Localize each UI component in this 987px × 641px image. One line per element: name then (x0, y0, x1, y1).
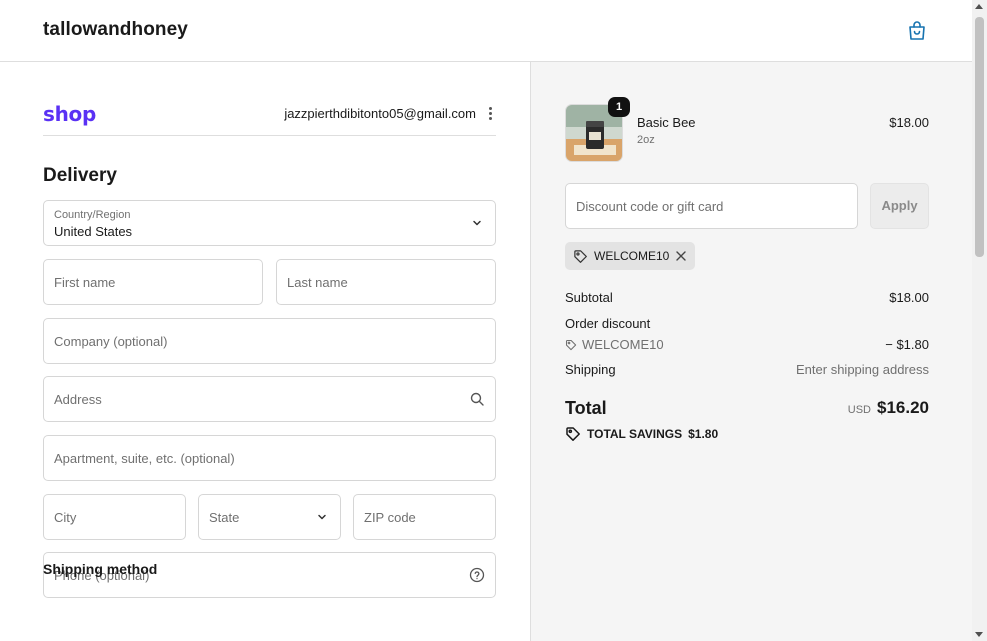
apartment-field[interactable]: Apartment, suite, etc. (optional) (43, 435, 496, 481)
top-header: tallowandhoney (0, 0, 972, 62)
divider (43, 135, 496, 136)
last-name-placeholder: Last name (287, 275, 348, 290)
quantity-badge: 1 (608, 97, 630, 117)
state-placeholder: State (209, 510, 240, 525)
first-name-placeholder: First name (54, 275, 116, 290)
savings-value: $1.80 (688, 427, 719, 441)
applied-discount-code: WELCOME10 (594, 249, 670, 263)
scroll-up-arrow[interactable] (975, 4, 983, 9)
country-select[interactable]: Country/Region United States (43, 200, 496, 246)
order-discount-code: WELCOME10 (582, 337, 664, 352)
city-placeholder: City (54, 510, 77, 525)
chevron-down-icon (318, 514, 326, 520)
total-savings: TOTAL SAVINGS $1.80 (565, 426, 718, 442)
checkout-form-column: shop jazzpierthdibitonto05@gmail.com Del… (0, 62, 531, 641)
tag-icon (574, 249, 587, 263)
kebab-dot (488, 107, 492, 110)
delivery-heading: Delivery (43, 165, 117, 186)
page-scrollbar[interactable] (972, 0, 987, 641)
company-field[interactable]: Company (optional) (43, 318, 496, 364)
total-amount: $16.20 (877, 398, 929, 417)
discount-placeholder: Discount code or gift card (576, 199, 724, 214)
last-name-field[interactable]: Last name (276, 259, 496, 305)
shop-pay-logo: shop (43, 102, 96, 126)
cart-button[interactable] (905, 19, 929, 43)
subtotal-value: $18.00 (889, 290, 929, 305)
savings-tag-icon (566, 427, 580, 441)
apartment-placeholder: Apartment, suite, etc. (optional) (54, 451, 235, 466)
shipping-method-heading: Shipping method (43, 561, 158, 577)
discount-code-input[interactable]: Discount code or gift card (565, 183, 858, 229)
product-name: Basic Bee (637, 115, 696, 130)
scroll-down-arrow[interactable] (975, 632, 983, 637)
help-circle-icon[interactable] (469, 567, 485, 583)
product-variant: 2oz (637, 134, 655, 146)
product-price: $18.00 (889, 115, 929, 130)
state-select[interactable]: State (198, 494, 341, 540)
zip-field[interactable]: ZIP code (353, 494, 496, 540)
first-name-field[interactable]: First name (43, 259, 263, 305)
savings-label: TOTAL SAVINGS (587, 427, 683, 441)
kebab-dot (488, 117, 492, 120)
tag-icon (565, 339, 577, 350)
total-label: Total (565, 398, 607, 418)
country-label: Country/Region (54, 209, 131, 221)
scrollbar-thumb[interactable] (975, 17, 984, 257)
address-field[interactable]: Address (43, 376, 496, 422)
order-discount-label: Order discount (565, 316, 651, 331)
kebab-dot (488, 112, 492, 115)
city-field[interactable]: City (43, 494, 186, 540)
address-placeholder: Address (54, 392, 102, 407)
order-summary-column: 1 Basic Bee 2oz $18.00 Discount code or … (531, 62, 972, 641)
search-icon (470, 392, 484, 406)
country-value: United States (54, 224, 133, 239)
subtotal-label: Subtotal (565, 290, 613, 305)
apply-discount-button[interactable]: Apply (870, 183, 929, 229)
order-discount-code-row: WELCOME10 (565, 337, 664, 352)
shipping-label: Shipping (565, 362, 616, 377)
total-value-group: USD $16.20 (848, 398, 929, 418)
chevron-down-icon (473, 220, 481, 226)
shipping-value: Enter shipping address (796, 362, 929, 377)
remove-discount-icon[interactable] (675, 250, 687, 262)
order-discount-value: − $1.80 (885, 337, 929, 352)
applied-discount-chip: WELCOME10 (565, 242, 696, 270)
zip-placeholder: ZIP code (364, 510, 416, 525)
account-menu-button[interactable] (484, 106, 496, 122)
account-email: jazzpierthdibitonto05@gmail.com (284, 106, 476, 121)
company-placeholder: Company (optional) (54, 334, 168, 349)
shopping-bag-icon (909, 21, 925, 40)
store-brand[interactable]: tallowandhoney (43, 19, 188, 41)
total-currency: USD (847, 404, 871, 416)
